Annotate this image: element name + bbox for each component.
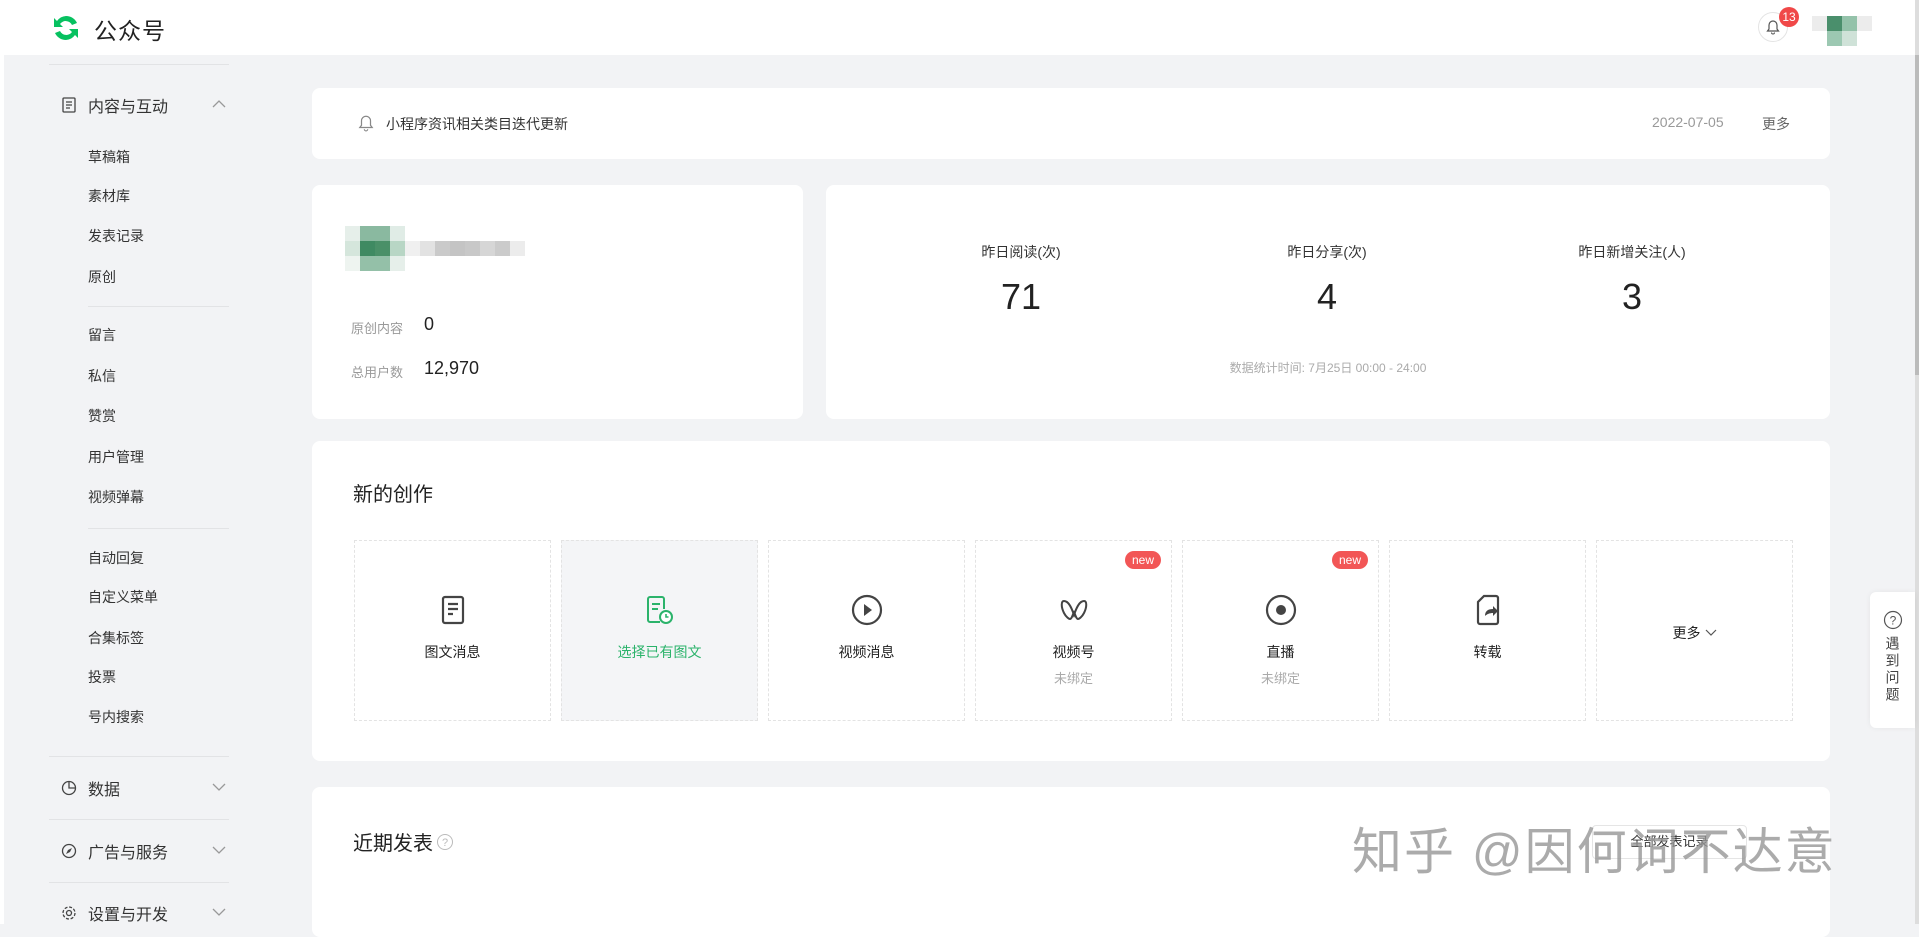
recent-title: 近期发表: [353, 833, 433, 855]
new-badge: new: [1124, 551, 1161, 569]
sidebar-item-messages[interactable]: 私信: [88, 365, 116, 387]
sidebar-item-collection-tags[interactable]: 合集标签: [88, 627, 144, 649]
sidebar-item-votes[interactable]: 投票: [88, 666, 116, 688]
stat-value: 3: [1621, 276, 1643, 317]
watermark: 知乎 @因何词不达意: [1352, 824, 1837, 880]
sidebar-section-label: 设置与开发: [88, 907, 169, 924]
sidebar-item-materials[interactable]: 素材库: [88, 185, 130, 207]
sidebar-item-original[interactable]: 原创: [88, 266, 116, 288]
sidebar-section-label: 广告与服务: [88, 845, 169, 862]
stat-shares: 昨日分享(次) 4: [1197, 242, 1457, 318]
divider: [49, 819, 229, 820]
help-label: 遇到问题: [1884, 636, 1901, 704]
pie-chart-icon: [60, 779, 78, 797]
help-float-button[interactable]: ? 遇到问题: [1870, 592, 1915, 728]
stats-card: 昨日阅读(次) 71 昨日分享(次) 4 昨日新增关注(人) 3 数据统计时间:…: [826, 185, 1830, 419]
original-content-value: 0: [424, 314, 435, 334]
scrollbar-thumb[interactable]: [1915, 55, 1919, 375]
notice-bar: 小程序资讯相关类目迭代更新 2022-07-05 更多: [312, 88, 1830, 159]
divider: [49, 64, 229, 65]
window-edge: [0, 0, 4, 924]
user-avatar[interactable]: [1812, 16, 1872, 46]
tile-label: 视频号: [1052, 644, 1095, 660]
brand-title: 公众号: [94, 18, 166, 44]
live-tile[interactable]: new 直播 未绑定: [1182, 540, 1379, 721]
stat-value: 71: [1000, 276, 1042, 317]
tile-status: 未绑定: [1260, 671, 1300, 686]
notice-more-link[interactable]: 更多: [1762, 114, 1790, 134]
sidebar-item-drafts[interactable]: 草稿箱: [88, 146, 130, 168]
stat-label: 昨日新增关注(人): [1578, 244, 1686, 260]
wechat-logo-icon: [54, 15, 78, 41]
stat-value: 4: [1316, 276, 1338, 317]
chevron-down-icon: [1705, 629, 1716, 636]
more-tile[interactable]: 更多: [1596, 540, 1793, 721]
sidebar-section-content[interactable]: 内容与互动: [60, 90, 230, 120]
sidebar-item-user-management[interactable]: 用户管理: [88, 446, 144, 468]
gear-icon: [60, 904, 78, 922]
total-users-value: 12,970: [424, 358, 480, 378]
play-icon: [850, 593, 884, 627]
stat-new-followers: 昨日新增关注(人) 3: [1502, 242, 1762, 318]
stat-reads: 昨日阅读(次) 71: [891, 242, 1151, 318]
bell-icon: [1766, 20, 1780, 35]
tile-label: 视频消息: [838, 644, 895, 660]
svg-text:?: ?: [1889, 614, 1896, 628]
repost-icon: [1471, 593, 1505, 627]
channels-icon: [1057, 593, 1091, 627]
tile-label: 直播: [1266, 644, 1295, 660]
chevron-down-icon: [212, 842, 226, 860]
divider: [49, 756, 229, 757]
svg-text:?: ?: [442, 837, 448, 849]
sidebar-item-video-danmaku[interactable]: 视频弹幕: [88, 486, 144, 508]
sidebar-section-data[interactable]: 数据: [60, 773, 230, 803]
select-existing-article-tile[interactable]: 选择已有图文: [561, 540, 758, 721]
stats-footnote: 数据统计时间: 7月25日 00:00 - 24:00: [1229, 361, 1427, 375]
article-clock-icon: [643, 593, 677, 627]
sidebar-section-ads-services[interactable]: 广告与服务: [60, 836, 230, 866]
divider: [88, 528, 229, 529]
document-icon: [60, 96, 78, 114]
tile-label: 选择已有图文: [617, 644, 702, 660]
sidebar-item-in-account-search[interactable]: 号内搜索: [88, 706, 144, 728]
tile-status: 未绑定: [1053, 671, 1093, 686]
help-circle-icon[interactable]: ?: [436, 833, 454, 851]
notice-date: 2022-07-05: [1652, 114, 1724, 130]
tile-label: 图文消息: [424, 644, 481, 660]
original-content-label: 原创内容: [351, 321, 404, 336]
account-avatar-name-blurred: [345, 226, 525, 271]
notice-link[interactable]: 小程序资讯相关类目迭代更新: [386, 114, 568, 134]
tile-label: 更多: [1672, 625, 1701, 641]
create-article-tile[interactable]: 图文消息: [354, 540, 551, 721]
total-users-label: 总用户数: [351, 365, 404, 380]
create-title: 新的创作: [353, 484, 433, 506]
compass-icon: [60, 842, 78, 860]
sidebar-item-auto-reply[interactable]: 自动回复: [88, 547, 144, 569]
sidebar-item-publish-records[interactable]: 发表记录: [88, 225, 144, 247]
chevron-down-icon: [212, 779, 226, 797]
repost-tile[interactable]: 转载: [1389, 540, 1586, 721]
sidebar-item-rewards[interactable]: 赞赏: [88, 405, 116, 427]
notification-count-badge: 13: [1779, 7, 1799, 27]
bell-icon: [358, 115, 374, 132]
sidebar-section-label: 内容与互动: [88, 99, 169, 116]
stat-label: 昨日分享(次): [1287, 244, 1367, 260]
stat-label: 昨日阅读(次): [981, 244, 1061, 260]
chevron-down-icon: [212, 904, 226, 922]
account-card: 原创内容 0 总用户数 12,970: [312, 185, 803, 419]
new-badge: new: [1331, 551, 1368, 569]
top-header: 公众号 13: [0, 0, 1915, 55]
divider: [88, 306, 229, 307]
question-icon: ?: [1883, 610, 1902, 630]
create-video-tile[interactable]: 视频消息: [768, 540, 965, 721]
sidebar-item-comments[interactable]: 留言: [88, 324, 116, 346]
sidebar-section-label: 数据: [88, 782, 121, 799]
article-icon: [436, 593, 470, 627]
divider: [49, 882, 229, 883]
live-record-icon: [1264, 593, 1298, 627]
tile-label: 转载: [1473, 644, 1502, 660]
channels-tile[interactable]: new 视频号 未绑定: [975, 540, 1172, 721]
sidebar-item-custom-menu[interactable]: 自定义菜单: [88, 586, 158, 608]
chevron-up-icon: [212, 96, 226, 114]
